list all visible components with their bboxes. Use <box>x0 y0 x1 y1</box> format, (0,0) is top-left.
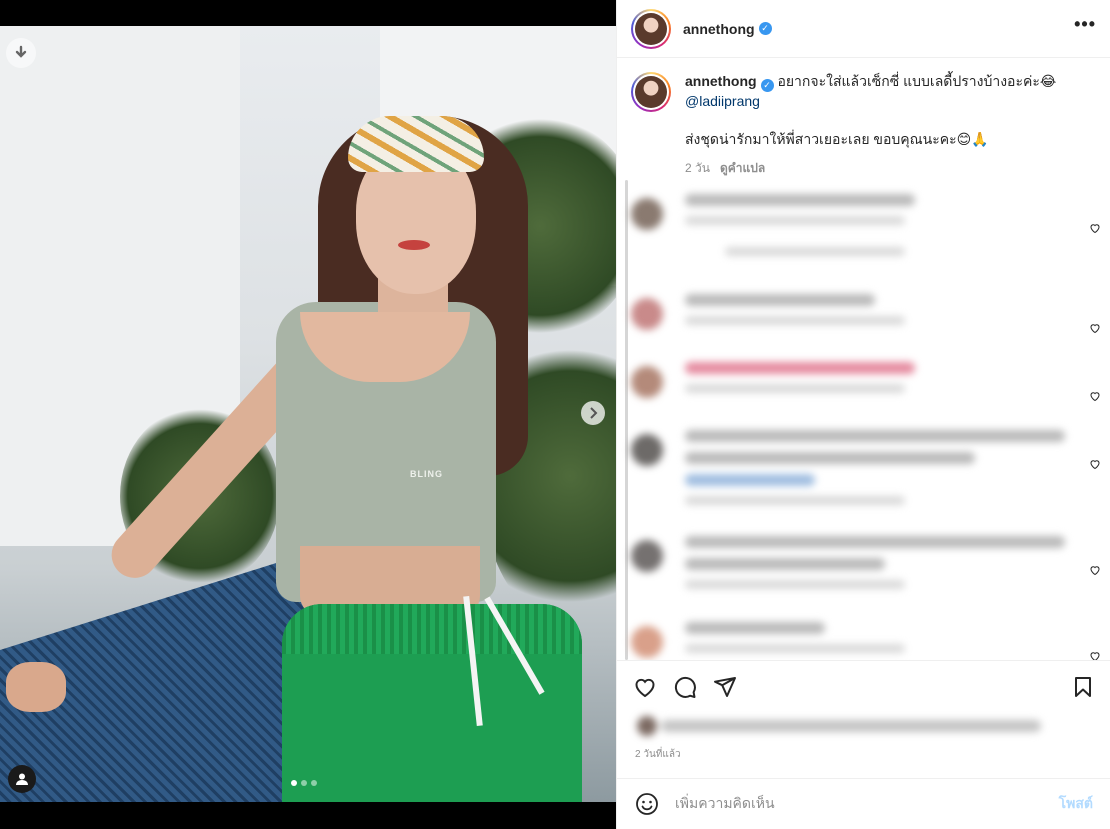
avatar[interactable] <box>631 298 663 330</box>
post-photo: BLING <box>0 26 616 802</box>
caption-body: annethong ✓ อยากจะใส่แล้วเซ็กซี่ แบบเลดี้… <box>685 72 1056 178</box>
verified-badge-icon: ✓ <box>760 79 774 92</box>
avatar[interactable] <box>631 434 663 466</box>
comment-item <box>631 536 1110 599</box>
comment-item <box>631 194 1110 266</box>
more-options-icon[interactable]: ••• <box>1074 14 1096 35</box>
comments-list <box>617 180 1110 660</box>
caption-username[interactable]: annethong <box>685 73 757 89</box>
post-detail-panel: annethong ✓ ••• annethong ✓ อยากจะใส่แล้ว… <box>616 0 1110 829</box>
carousel-dot <box>311 780 317 786</box>
comment-item <box>631 362 1110 403</box>
avatar[interactable] <box>631 8 671 49</box>
comment-input[interactable]: เพิ่มความคิดเห็น <box>675 793 1059 815</box>
carousel-dot <box>301 780 307 786</box>
carousel-indicator <box>291 780 317 786</box>
avatar[interactable] <box>631 626 663 658</box>
author-username[interactable]: annethong <box>683 21 755 37</box>
verified-badge-icon: ✓ <box>758 22 772 35</box>
model-lips <box>398 240 430 250</box>
user-tag-icon[interactable] <box>8 765 36 793</box>
heart-icon[interactable] <box>1089 322 1101 334</box>
heart-icon[interactable] <box>1089 650 1101 660</box>
comment-item <box>631 622 1110 660</box>
post-header: annethong ✓ ••• <box>617 0 1110 58</box>
avatar[interactable] <box>631 540 663 572</box>
heart-icon[interactable] <box>1089 564 1101 576</box>
liked-by-summary[interactable] <box>637 716 1047 736</box>
post-comment-button[interactable]: โพสต์ <box>1059 793 1093 815</box>
chevron-right-icon[interactable] <box>581 401 605 425</box>
post-media[interactable]: BLING <box>0 0 616 829</box>
translate-link[interactable]: ดูคำแปล <box>720 161 765 175</box>
avatar[interactable] <box>631 72 671 112</box>
comment-item <box>631 430 1110 515</box>
post-actions <box>617 660 1110 712</box>
pants-waistband <box>282 604 582 654</box>
heart-icon[interactable] <box>633 675 657 699</box>
carousel-dot-active <box>291 780 297 786</box>
mention-link[interactable]: @ladiiprang <box>685 92 1056 111</box>
avatar[interactable] <box>631 198 663 230</box>
send-icon[interactable] <box>713 675 737 699</box>
add-comment-bar: เพิ่มความคิดเห็น โพสต์ <box>617 778 1110 829</box>
heart-icon[interactable] <box>1089 222 1101 234</box>
caption-text-2: ส่งชุดน่ารักมาให้พี่สาวเยอะเลย ขอบคุณนะค… <box>685 131 989 147</box>
model-hand <box>6 662 66 712</box>
bodysuit-logo: BLING <box>410 469 443 479</box>
caption-text: อยากจะใส่แล้วเซ็กซี่ แบบเลดี้ปรางบ้างอะค… <box>777 73 1057 89</box>
emoji-icon[interactable] <box>635 792 659 816</box>
heart-icon[interactable] <box>1089 390 1101 402</box>
post-timestamp[interactable]: 2 วันที่แล้ว <box>635 747 681 762</box>
post-age: 2 วัน <box>685 161 710 175</box>
download-icon[interactable] <box>6 38 36 68</box>
caption-meta: 2 วัน ดูคำแปล <box>685 159 1056 178</box>
bookmark-icon[interactable] <box>1071 675 1095 699</box>
avatar[interactable] <box>631 366 663 398</box>
post-caption: annethong ✓ อยากจะใส่แล้วเซ็กซี่ แบบเลดี้… <box>617 58 1110 178</box>
heart-icon[interactable] <box>1089 458 1101 470</box>
comment-item <box>631 294 1110 335</box>
model-headband <box>348 116 484 172</box>
comment-icon[interactable] <box>673 675 697 699</box>
